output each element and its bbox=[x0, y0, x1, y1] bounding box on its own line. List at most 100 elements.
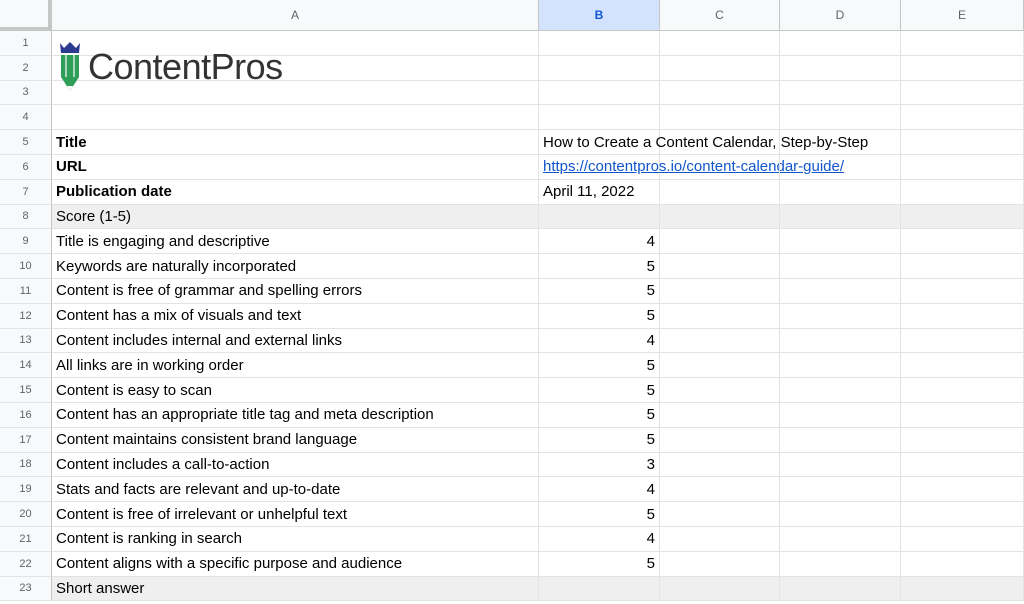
criterion-label[interactable]: Content has an appropriate title tag and… bbox=[52, 403, 539, 428]
row-header[interactable]: 19 bbox=[0, 477, 52, 503]
cell[interactable] bbox=[660, 179, 780, 205]
cell[interactable] bbox=[780, 576, 901, 602]
cell[interactable] bbox=[660, 279, 780, 304]
criterion-score[interactable]: 5 bbox=[539, 254, 660, 279]
cell[interactable] bbox=[660, 527, 780, 552]
cell[interactable] bbox=[660, 576, 780, 602]
cell[interactable] bbox=[901, 353, 1024, 379]
criterion-score[interactable]: 4 bbox=[539, 527, 660, 552]
cell[interactable] bbox=[901, 527, 1024, 552]
cell[interactable] bbox=[780, 353, 901, 379]
cell[interactable] bbox=[780, 502, 901, 527]
criterion-score[interactable]: 5 bbox=[539, 551, 660, 577]
row-header[interactable]: 8 bbox=[0, 204, 52, 230]
cell[interactable] bbox=[901, 477, 1024, 503]
cell[interactable] bbox=[780, 477, 901, 503]
criterion-label[interactable]: Stats and facts are relevant and up-to-d… bbox=[52, 477, 539, 503]
criterion-label[interactable]: Content has a mix of visuals and text bbox=[52, 303, 539, 329]
cell[interactable] bbox=[780, 105, 901, 131]
column-header-d[interactable]: D bbox=[780, 0, 901, 31]
cell[interactable] bbox=[660, 477, 780, 503]
column-header-a[interactable]: A bbox=[52, 0, 539, 31]
cell[interactable] bbox=[660, 55, 780, 81]
cell[interactable] bbox=[780, 204, 901, 230]
cell[interactable] bbox=[660, 155, 780, 180]
row-header[interactable]: 21 bbox=[0, 527, 52, 552]
cell[interactable] bbox=[539, 31, 660, 56]
cell[interactable] bbox=[660, 551, 780, 577]
cell[interactable] bbox=[901, 155, 1024, 180]
cell[interactable] bbox=[660, 502, 780, 527]
cell[interactable] bbox=[539, 576, 660, 602]
cell[interactable] bbox=[780, 130, 901, 155]
column-header-b[interactable]: B bbox=[539, 0, 660, 31]
cell[interactable] bbox=[780, 55, 901, 81]
date-value[interactable]: April 11, 2022 bbox=[539, 179, 660, 205]
cell[interactable] bbox=[780, 229, 901, 255]
criterion-label[interactable]: Content includes a call-to-action bbox=[52, 452, 539, 478]
cell[interactable] bbox=[660, 353, 780, 379]
criterion-score[interactable]: 5 bbox=[539, 353, 660, 379]
row-header[interactable]: 11 bbox=[0, 279, 52, 304]
cell[interactable] bbox=[901, 254, 1024, 279]
cell[interactable] bbox=[539, 55, 660, 81]
short-answer-header[interactable]: Short answer bbox=[52, 576, 539, 602]
criterion-label[interactable]: All links are in working order bbox=[52, 353, 539, 379]
cell[interactable] bbox=[901, 328, 1024, 354]
criterion-label[interactable]: Content includes internal and external l… bbox=[52, 328, 539, 354]
cell[interactable] bbox=[780, 31, 901, 56]
cell[interactable] bbox=[780, 80, 901, 106]
cell[interactable] bbox=[780, 427, 901, 453]
cell[interactable] bbox=[901, 80, 1024, 106]
row-header[interactable]: 12 bbox=[0, 303, 52, 329]
criterion-score[interactable]: 4 bbox=[539, 328, 660, 354]
cell[interactable] bbox=[780, 303, 901, 329]
cell[interactable] bbox=[901, 551, 1024, 577]
url-link[interactable]: https://contentpros.io/content-calendar-… bbox=[539, 155, 844, 180]
select-all-corner[interactable] bbox=[0, 0, 52, 31]
cell[interactable] bbox=[901, 303, 1024, 329]
criterion-label[interactable]: Keywords are naturally incorporated bbox=[52, 254, 539, 279]
cell[interactable] bbox=[52, 105, 539, 131]
cell[interactable] bbox=[780, 452, 901, 478]
cell[interactable] bbox=[780, 279, 901, 304]
row-header[interactable]: 16 bbox=[0, 403, 52, 428]
row-header[interactable]: 13 bbox=[0, 328, 52, 354]
criterion-label[interactable]: Content aligns with a specific purpose a… bbox=[52, 551, 539, 577]
cell[interactable] bbox=[901, 427, 1024, 453]
cell[interactable] bbox=[660, 378, 780, 403]
column-header-e[interactable]: E bbox=[901, 0, 1024, 31]
cell[interactable] bbox=[660, 31, 780, 56]
cell[interactable] bbox=[901, 204, 1024, 230]
cell[interactable] bbox=[901, 279, 1024, 304]
criterion-score[interactable]: 5 bbox=[539, 403, 660, 428]
cell[interactable] bbox=[901, 105, 1024, 131]
cell[interactable] bbox=[901, 576, 1024, 602]
row-header[interactable]: 22 bbox=[0, 551, 52, 577]
row-header[interactable]: 18 bbox=[0, 452, 52, 478]
score-section-header[interactable]: Score (1-5) bbox=[52, 204, 539, 230]
criterion-score[interactable]: 5 bbox=[539, 303, 660, 329]
cell[interactable] bbox=[901, 452, 1024, 478]
criterion-score[interactable]: 5 bbox=[539, 502, 660, 527]
criterion-score[interactable]: 5 bbox=[539, 279, 660, 304]
criterion-score[interactable]: 4 bbox=[539, 477, 660, 503]
cell[interactable] bbox=[660, 328, 780, 354]
date-label[interactable]: Publication date bbox=[52, 179, 539, 205]
cell[interactable] bbox=[780, 179, 901, 205]
title-value[interactable]: How to Create a Content Calendar, Step-b… bbox=[539, 130, 868, 155]
row-header[interactable]: 5 bbox=[0, 130, 52, 155]
criterion-score[interactable]: 4 bbox=[539, 229, 660, 255]
criterion-score[interactable]: 5 bbox=[539, 378, 660, 403]
cell[interactable] bbox=[660, 254, 780, 279]
cell[interactable] bbox=[780, 551, 901, 577]
row-header[interactable]: 9 bbox=[0, 229, 52, 255]
row-header[interactable]: 1 bbox=[0, 31, 52, 56]
cell[interactable] bbox=[780, 155, 901, 180]
url-label[interactable]: URL bbox=[52, 155, 539, 180]
criterion-label[interactable]: Title is engaging and descriptive bbox=[52, 229, 539, 255]
criterion-score[interactable]: 3 bbox=[539, 452, 660, 478]
cell[interactable] bbox=[901, 179, 1024, 205]
row-header[interactable]: 17 bbox=[0, 427, 52, 453]
cell[interactable] bbox=[539, 204, 660, 230]
